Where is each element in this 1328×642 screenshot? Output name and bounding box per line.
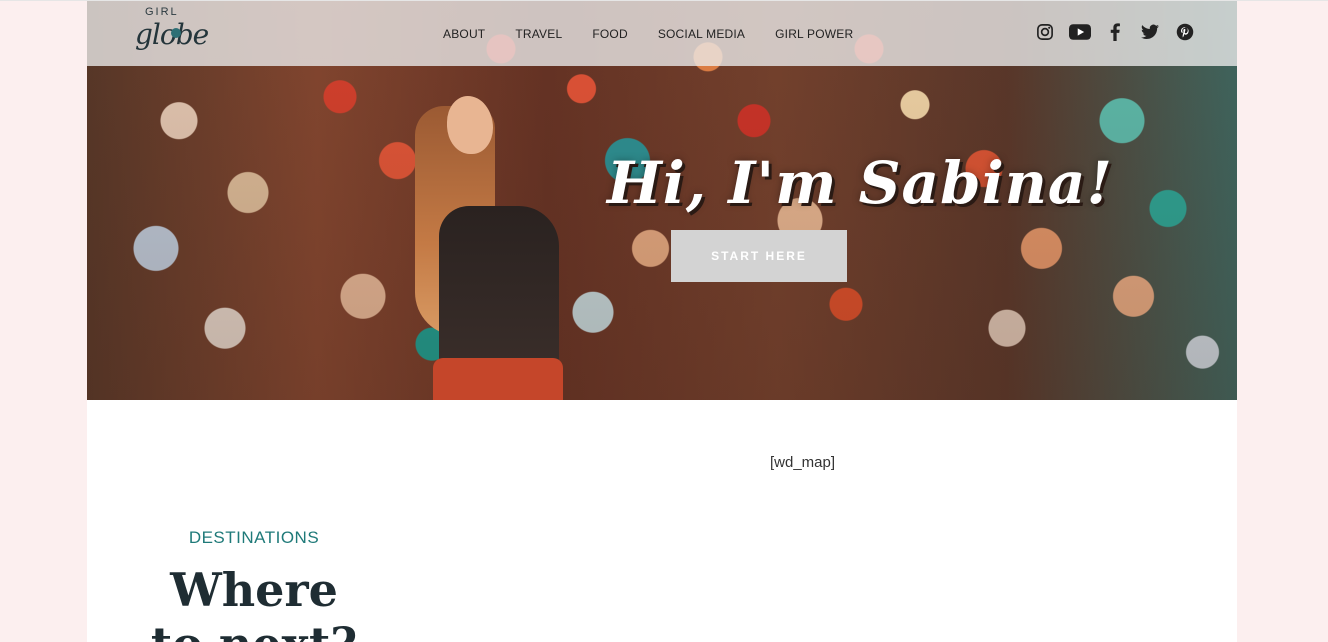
nav-item-social-media[interactable]: SOCIAL MEDIA <box>658 27 745 41</box>
map-shortcode-text: [wd_map] <box>770 454 836 471</box>
globe-icon <box>171 28 181 38</box>
hero-photo-skirt <box>433 358 563 400</box>
nav-item-about[interactable]: ABOUT <box>443 27 485 41</box>
facebook-icon[interactable] <box>1104 21 1126 43</box>
hero-title: Hi, I'm Sabina! <box>607 149 1113 217</box>
hero-photo-jacket <box>439 206 559 376</box>
youtube-icon[interactable] <box>1069 21 1091 43</box>
start-here-button[interactable]: START HERE <box>671 230 847 282</box>
destinations-heading: Where to next? <box>151 563 357 642</box>
nav-item-food[interactable]: FOOD <box>592 27 627 41</box>
page-container: Hi, I'm Sabina! START HERE GIRL globe AB… <box>87 1 1237 642</box>
social-links <box>1034 21 1209 43</box>
site-header: GIRL globe ABOUT TRAVEL FOOD SOCIAL MEDI… <box>87 1 1237 66</box>
logo-text-top: GIRL <box>145 6 179 18</box>
hero-photo-face <box>447 96 493 154</box>
hero-photo-woman <box>405 96 565 400</box>
nav-item-travel[interactable]: TRAVEL <box>515 27 562 41</box>
nav-item-girl-power[interactable]: GIRL POWER <box>775 27 853 41</box>
twitter-icon[interactable] <box>1139 21 1161 43</box>
main-nav: ABOUT TRAVEL FOOD SOCIAL MEDIA GIRL POWE… <box>443 1 883 66</box>
instagram-icon[interactable] <box>1034 21 1056 43</box>
site-logo[interactable]: GIRL globe <box>135 6 211 62</box>
pinterest-icon[interactable] <box>1174 21 1196 43</box>
destinations-label: DESTINATIONS <box>188 528 320 547</box>
